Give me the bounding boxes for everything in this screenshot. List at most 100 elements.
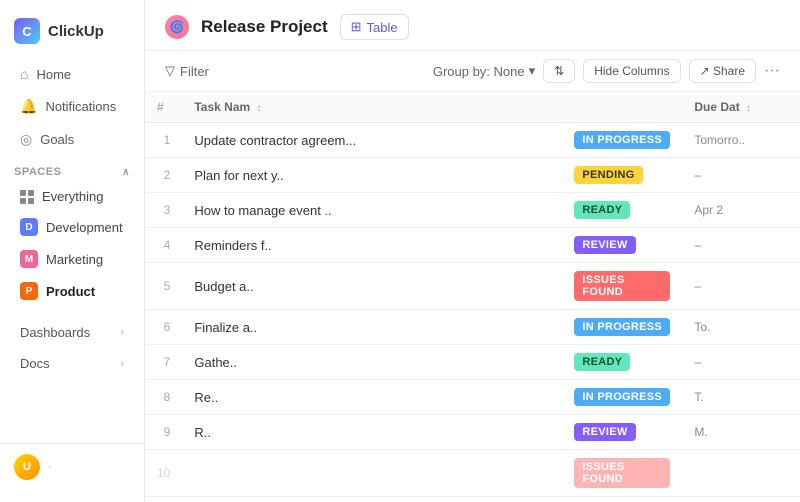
filter-label: Filter [180, 64, 209, 79]
table-header-row: # Task Nam ↕ Due Dat ↕ Time Remaini ↕ No… [145, 92, 800, 123]
spaces-label: Spaces [14, 166, 61, 178]
row-num: 5 [145, 263, 182, 310]
table-row[interactable]: 11 IN PROGRESS [145, 497, 800, 502]
hide-columns-button[interactable]: Hide Columns [583, 59, 680, 83]
task-status[interactable]: PENDING [562, 158, 682, 193]
task-status[interactable]: READY [562, 345, 682, 380]
toolbar-right: Group by: None ▾ ⇅ Hide Columns ↗ Share … [433, 59, 780, 83]
task-name[interactable]: Re.. [182, 380, 562, 415]
status-badge: IN PROGRESS [574, 388, 670, 406]
status-badge: PENDING [574, 166, 642, 184]
task-name[interactable] [182, 450, 562, 497]
table-row[interactable]: 6 Finalize a.. IN PROGRESS To. 1 [145, 310, 800, 345]
group-by-label: Group by: None [433, 64, 525, 79]
filter-icon: ▽ [165, 63, 175, 79]
row-num: 2 [145, 158, 182, 193]
view-selector[interactable]: ⊞ Table [340, 14, 409, 40]
task-table: # Task Nam ↕ Due Dat ↕ Time Remaini ↕ No… [145, 92, 800, 502]
status-badge: READY [574, 353, 630, 371]
due-date: Apr 2 [682, 193, 800, 228]
due-date: – [682, 263, 800, 310]
sort-button[interactable]: ⇅ [543, 59, 575, 83]
app-name: ClickUp [48, 23, 104, 40]
table-row[interactable]: 3 How to manage event .. READY Apr 2 – [145, 193, 800, 228]
group-by-button[interactable]: Group by: None ▾ [433, 63, 535, 79]
sidebar-item-marketing[interactable]: M Marketing [6, 244, 138, 274]
sidebar-item-product[interactable]: P Product [6, 276, 138, 306]
task-status[interactable]: ISSUES FOUND [562, 263, 682, 310]
sidebar: C ClickUp ⌂ Home 🔔 Notifications ◎ Goals… [0, 0, 145, 502]
task-name[interactable]: Update contractor agreem... [182, 123, 562, 158]
task-status[interactable]: IN PROGRESS [562, 123, 682, 158]
task-name[interactable]: Gathe.. [182, 345, 562, 380]
row-num: 9 [145, 415, 182, 450]
task-name[interactable]: R.. [182, 415, 562, 450]
table-row[interactable]: 7 Gathe.. READY – – [145, 345, 800, 380]
task-status[interactable]: IN PROGRESS [562, 380, 682, 415]
filter-button[interactable]: ▽ Filter [165, 63, 209, 79]
product-dot: P [20, 282, 38, 300]
main-header: 🌀 Release Project ⊞ Table [145, 0, 800, 51]
user-profile[interactable]: U · [0, 443, 144, 490]
toolbar: ▽ Filter Group by: None ▾ ⇅ Hide Columns… [145, 51, 800, 92]
marketing-dot: M [20, 250, 38, 268]
due-date: – [682, 158, 800, 193]
spaces-section-header: Spaces ∧ [0, 156, 144, 182]
task-name[interactable]: Finalize a.. [182, 310, 562, 345]
sidebar-item-notifications[interactable]: 🔔 Notifications [6, 91, 138, 122]
table-row[interactable]: 1 Update contractor agreem... IN PROGRES… [145, 123, 800, 158]
task-status[interactable]: REVIEW [562, 228, 682, 263]
user-dot: · [48, 461, 52, 473]
table-row[interactable]: 9 R.. REVIEW M. [145, 415, 800, 450]
table-row[interactable]: 5 Budget a.. ISSUES FOUND – – [145, 263, 800, 310]
task-name[interactable]: Reminders f.. [182, 228, 562, 263]
project-icon: 🌀 [165, 15, 189, 39]
row-num: 8 [145, 380, 182, 415]
group-by-chevron-icon: ▾ [529, 63, 536, 79]
task-status[interactable]: READY [562, 193, 682, 228]
status-badge: READY [574, 201, 630, 219]
sidebar-item-development-label: Development [46, 220, 123, 235]
main-content: 🌀 Release Project ⊞ Table ▽ Filter Group… [145, 0, 800, 502]
table-row[interactable]: 4 Reminders f.. REVIEW – 2h Execu. [145, 228, 800, 263]
spaces-chevron-icon[interactable]: ∧ [122, 167, 130, 178]
view-label: Table [367, 20, 398, 35]
col-status [562, 92, 682, 123]
table-row[interactable]: 8 Re.. IN PROGRESS T. [145, 380, 800, 415]
logo-icon: C [14, 18, 40, 44]
status-badge: IN PROGRESS [574, 131, 670, 149]
col-due: Due Dat ↕ [682, 92, 800, 123]
docs-label: Docs [20, 356, 50, 371]
task-status[interactable]: REVIEW [562, 415, 682, 450]
due-date: To. [682, 310, 800, 345]
sidebar-item-everything[interactable]: Everything [6, 183, 138, 210]
task-name[interactable]: How to manage event .. [182, 193, 562, 228]
sidebar-item-development[interactable]: D Development [6, 212, 138, 242]
home-icon: ⌂ [20, 66, 28, 82]
task-name[interactable]: Plan for next y.. [182, 158, 562, 193]
share-button[interactable]: ↗ Share [689, 59, 756, 83]
task-name[interactable] [182, 497, 562, 502]
sidebar-item-dashboards[interactable]: Dashboards › [6, 318, 138, 347]
table-view-icon: ⊞ [351, 19, 362, 35]
table-row[interactable]: 2 Plan for next y.. PENDING – – [145, 158, 800, 193]
row-num: 6 [145, 310, 182, 345]
due-date: M. [682, 415, 800, 450]
sidebar-item-marketing-label: Marketing [46, 252, 103, 267]
task-table-container: # Task Nam ↕ Due Dat ↕ Time Remaini ↕ No… [145, 92, 800, 502]
sidebar-item-goals[interactable]: ◎ Goals [6, 124, 138, 155]
share-icon: ↗ [700, 64, 710, 78]
task-status[interactable]: ISSUES FOUND [562, 450, 682, 497]
table-row[interactable]: 10 ISSUES FOUND [145, 450, 800, 497]
more-options-button[interactable]: ··· [764, 62, 780, 80]
sidebar-item-home[interactable]: ⌂ Home [6, 59, 138, 89]
task-name[interactable]: Budget a.. [182, 263, 562, 310]
due-date: – [682, 345, 800, 380]
sidebar-item-docs[interactable]: Docs › [6, 349, 138, 378]
docs-chevron-icon: › [121, 358, 124, 369]
task-status[interactable]: IN PROGRESS [562, 310, 682, 345]
task-status[interactable]: IN PROGRESS [562, 497, 682, 502]
status-badge: REVIEW [574, 236, 635, 254]
row-num: 3 [145, 193, 182, 228]
app-logo[interactable]: C ClickUp [0, 12, 144, 58]
